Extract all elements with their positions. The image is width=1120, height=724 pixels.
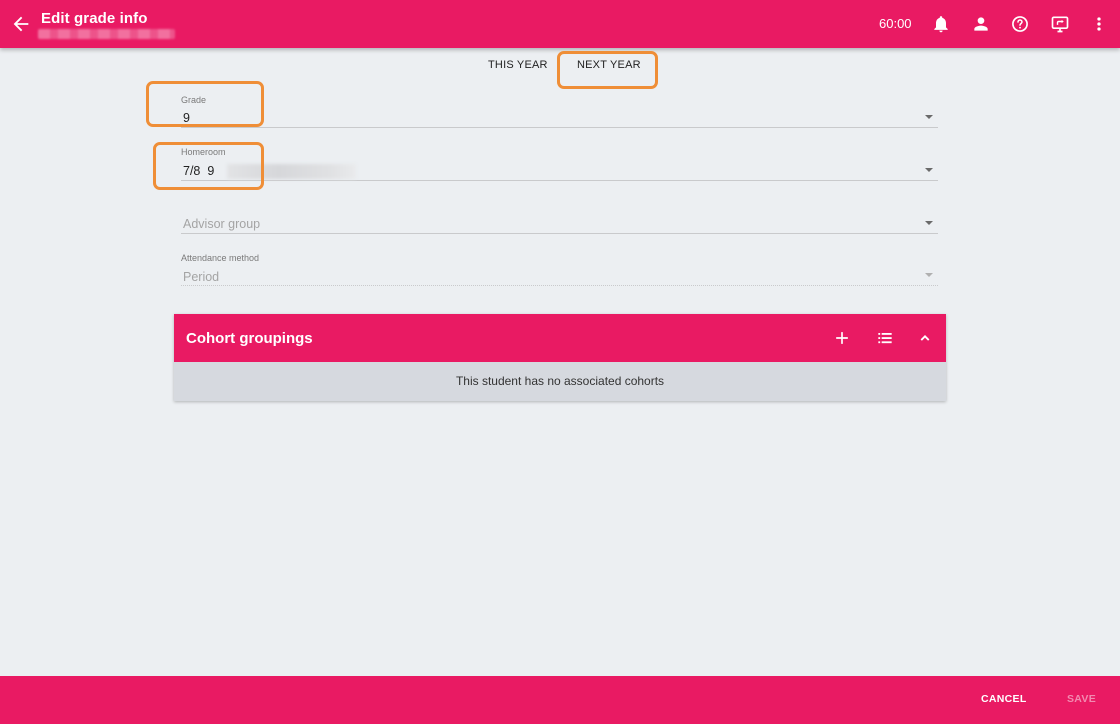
bell-icon[interactable] bbox=[931, 14, 951, 34]
more-vert-icon[interactable] bbox=[1089, 14, 1109, 34]
cohort-groupings-title: Cohort groupings bbox=[186, 330, 313, 347]
attendance-method-underline bbox=[181, 285, 938, 286]
chevron-down-icon bbox=[925, 273, 933, 277]
grade-select[interactable]: Grade 9 bbox=[181, 92, 938, 130]
empty-cohorts-message: This student has no associated cohorts bbox=[455, 374, 665, 388]
attendance-method-label: Attendance method bbox=[181, 253, 260, 263]
bottom-action-bar: CANCEL SAVE bbox=[0, 676, 1120, 724]
advisor-group-select[interactable]: Advisor group bbox=[181, 198, 938, 236]
plus-icon[interactable] bbox=[832, 328, 852, 348]
cohort-groupings-body: This student has no associated cohorts bbox=[174, 362, 946, 401]
person-icon[interactable] bbox=[971, 14, 991, 34]
attendance-method-value: Period bbox=[183, 270, 220, 284]
monitor-icon[interactable] bbox=[1050, 14, 1070, 34]
arrow-back-icon[interactable] bbox=[10, 13, 32, 35]
save-button: SAVE bbox=[1067, 693, 1097, 705]
cancel-button[interactable]: CANCEL bbox=[981, 693, 1027, 705]
chevron-down-icon bbox=[925, 221, 933, 225]
homeroom-highlight bbox=[153, 142, 264, 190]
chevron-down-icon bbox=[925, 168, 933, 172]
chevron-down-icon bbox=[925, 115, 933, 119]
redacted-subtitle bbox=[38, 29, 175, 39]
chevron-up-icon[interactable] bbox=[915, 328, 935, 348]
cohort-groupings-header: Cohort groupings bbox=[174, 314, 946, 362]
list-icon[interactable] bbox=[875, 328, 895, 348]
grade-underline bbox=[181, 127, 938, 128]
next-year-highlight bbox=[557, 51, 658, 89]
grade-highlight bbox=[146, 81, 264, 127]
homeroom-underline bbox=[181, 180, 938, 181]
help-circle-icon[interactable] bbox=[1010, 14, 1030, 34]
cohort-groupings-panel: Cohort groupings This student has no ass… bbox=[174, 314, 946, 401]
advisor-group-placeholder: Advisor group bbox=[183, 217, 261, 231]
advisor-group-underline bbox=[181, 233, 938, 234]
session-timer: 60:00 bbox=[879, 16, 912, 31]
tab-this-year[interactable]: THIS YEAR bbox=[488, 59, 548, 71]
page-title: Edit grade info bbox=[41, 10, 148, 27]
top-app-bar: Edit grade info 60:00 bbox=[0, 0, 1120, 48]
attendance-method-select: Attendance method Period bbox=[181, 251, 938, 289]
